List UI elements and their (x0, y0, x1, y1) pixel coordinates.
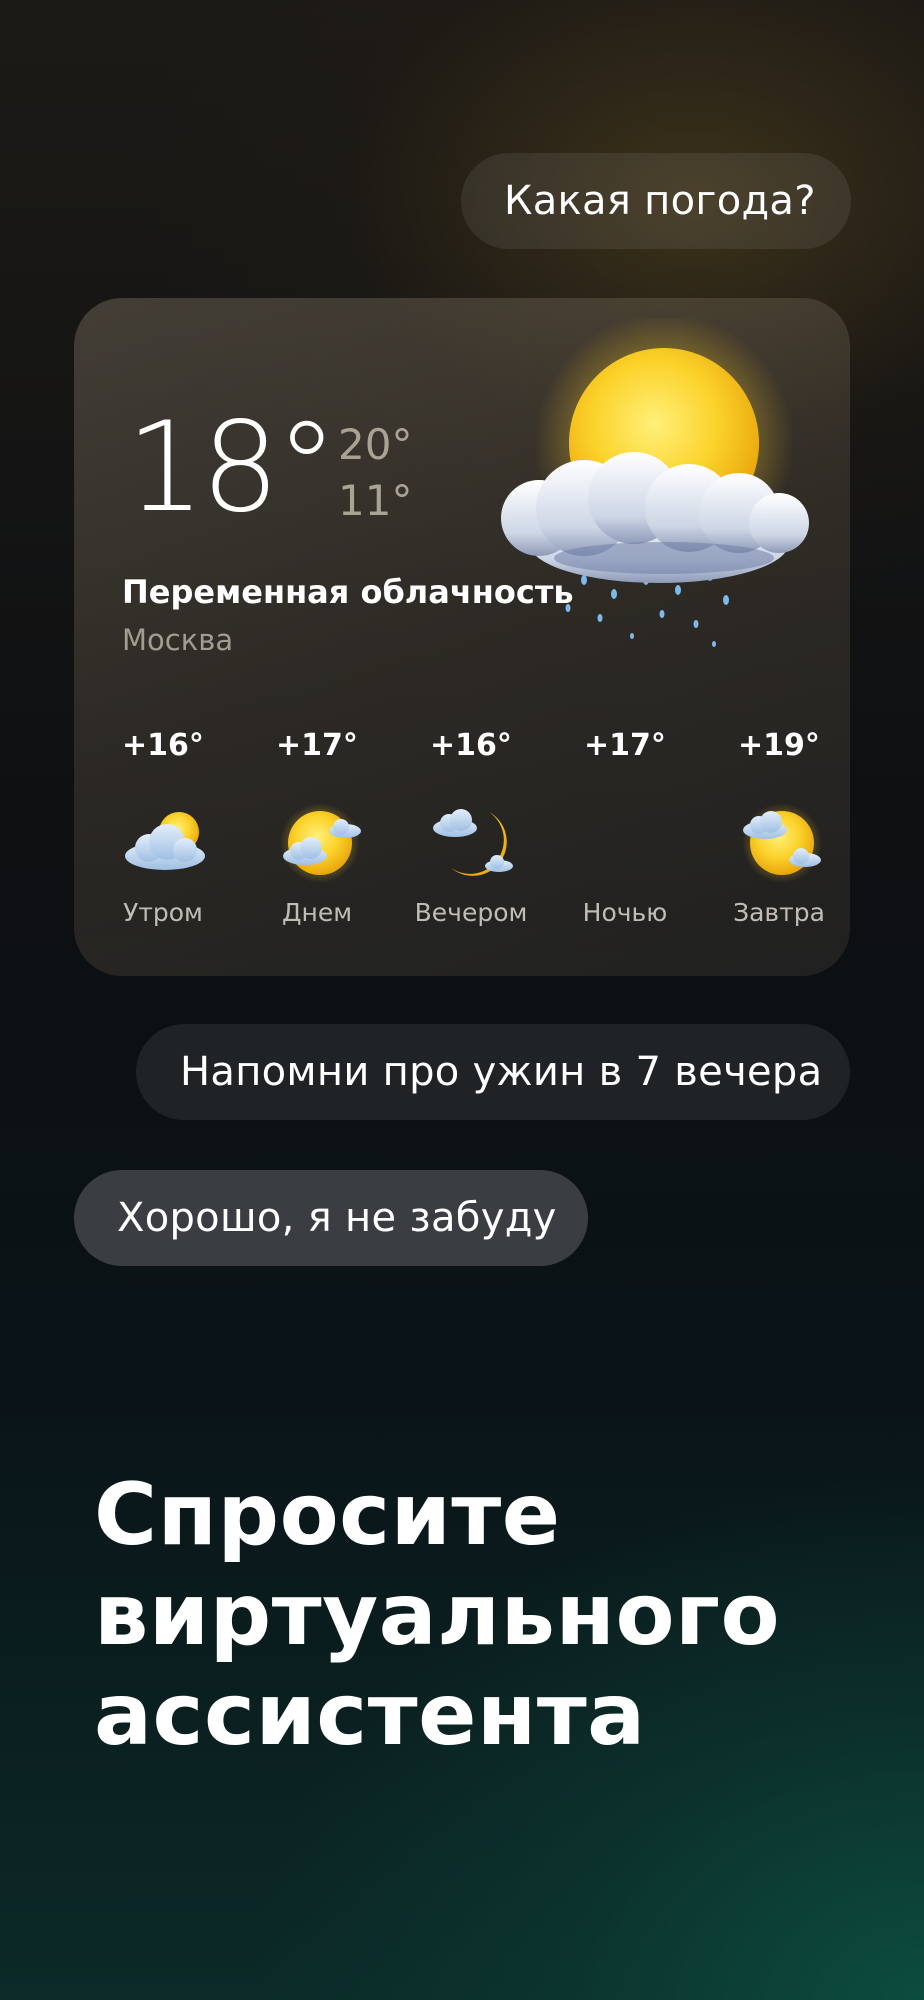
moon-icon (601, 808, 662, 878)
sun-cloud-rain-icon (501, 318, 809, 647)
forecast-item[interactable]: +16° Утром (86, 718, 240, 958)
headline-line: Спросите (94, 1465, 561, 1565)
forecast-temp: +19° (738, 728, 820, 763)
forecast-item[interactable]: +17° Ночью (548, 718, 702, 958)
forecast-temp: +17° (584, 728, 666, 763)
sun-cloud-icon (280, 803, 361, 883)
hourly-forecast[interactable]: +16° Утром +17° Днем +16° Вечером +17° Н… (74, 718, 850, 958)
forecast-label: Утром (123, 898, 203, 927)
forecast-temp: +16° (122, 728, 204, 763)
forecast-label: Ночью (582, 898, 668, 927)
forecast-label: Вечером (414, 898, 528, 927)
forecast-item[interactable]: +16° Вечером (394, 718, 548, 958)
forecast-label: Днем (281, 898, 353, 927)
assistant-message: Хорошо, я не забуду (74, 1170, 588, 1266)
forecast-item[interactable]: +19° Завтра (702, 718, 850, 958)
forecast-label: Завтра (733, 898, 825, 927)
headline-line: ассистента (94, 1665, 646, 1765)
low-temperature: 11° (338, 476, 413, 525)
forecast-item[interactable]: +17° Днем (240, 718, 394, 958)
moon-cloud-icon (433, 809, 513, 876)
headline-line: виртуального (94, 1565, 781, 1665)
forecast-temp: +16° (430, 728, 512, 763)
city-name: Москва (122, 623, 234, 657)
sun-cloud-icon (742, 803, 822, 883)
weather-card[interactable]: 18° 20° 11° Переменная облачность Москва… (74, 298, 850, 976)
message-text: Хорошо, я не забуду (117, 1195, 557, 1241)
promo-headline: Спросите виртуального ассистента (94, 1465, 894, 1765)
message-text: Какая погода? (504, 178, 816, 224)
current-temperature: 18° (126, 396, 338, 540)
message-text: Напомни про ужин в 7 вечера (180, 1049, 823, 1095)
cloud-sun-icon (125, 812, 205, 870)
forecast-temp: +17° (276, 728, 358, 763)
high-temperature: 20° (338, 420, 413, 469)
user-message-reminder: Напомни про ужин в 7 вечера (136, 1024, 850, 1120)
user-message-weather: Какая погода? (461, 153, 851, 249)
